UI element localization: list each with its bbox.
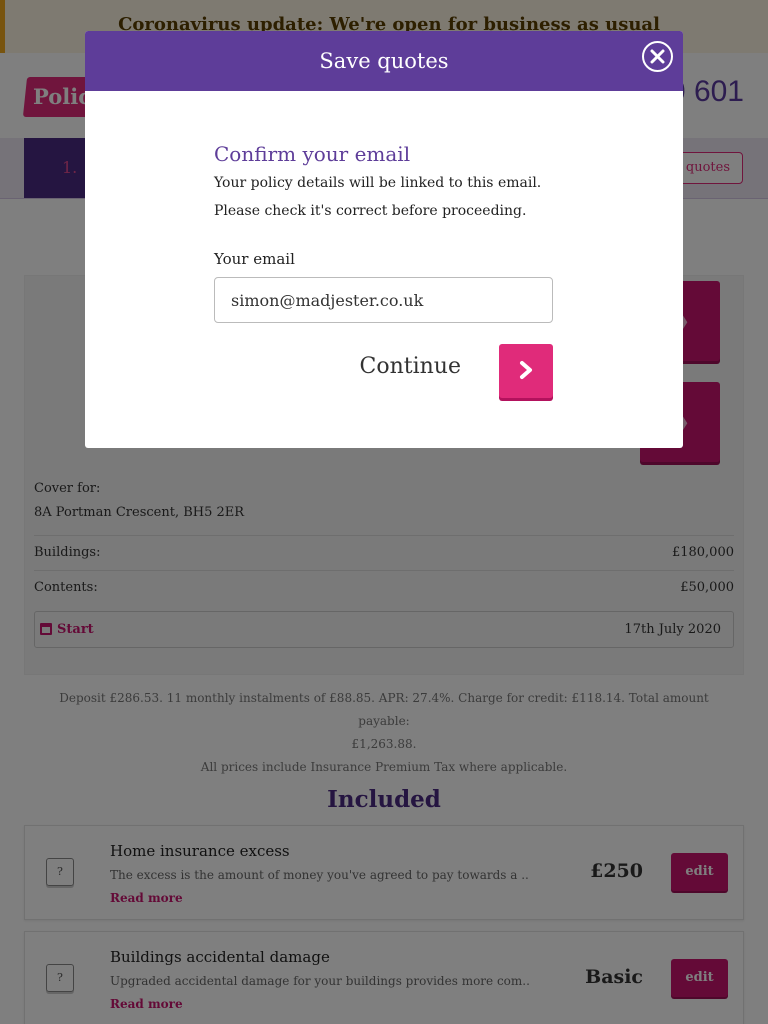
email-input[interactable] xyxy=(214,277,553,323)
modal-description-line-2: Please check it's correct before proceed… xyxy=(214,203,527,219)
continue-button[interactable] xyxy=(499,344,553,398)
close-icon xyxy=(650,49,665,64)
continue-label[interactable]: Continue xyxy=(360,354,461,379)
save-quotes-modal: Save quotes Confirm your email Your poli… xyxy=(85,31,683,448)
close-button[interactable] xyxy=(642,41,673,72)
modal-description-line-1: Your policy details will be linked to th… xyxy=(214,175,542,191)
modal-header: Save quotes xyxy=(85,31,683,91)
modal-title: Save quotes xyxy=(319,49,449,73)
chevron-right-icon xyxy=(520,361,532,379)
email-label: Your email xyxy=(214,250,295,268)
confirm-email-heading: Confirm your email xyxy=(214,142,411,166)
